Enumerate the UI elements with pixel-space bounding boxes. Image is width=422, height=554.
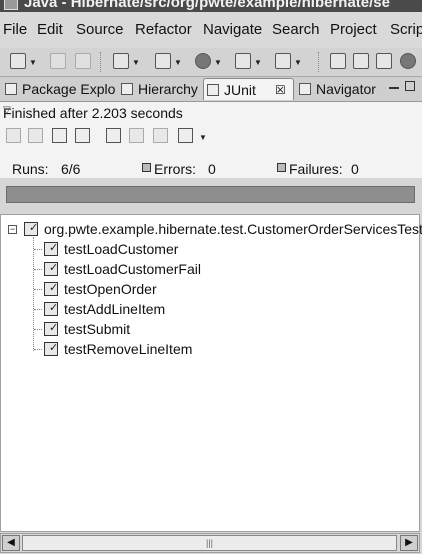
test-case-label: testLoadCustomerFail bbox=[64, 261, 201, 277]
errors-value: 0 bbox=[208, 161, 216, 177]
menu-navigate[interactable]: Navigate bbox=[203, 21, 262, 38]
next-failure-icon[interactable] bbox=[6, 128, 21, 143]
runs-value: 6/6 bbox=[61, 161, 81, 177]
menu-source[interactable]: Source bbox=[76, 21, 124, 38]
java-perspective-icon bbox=[4, 0, 18, 10]
test-case-label: testRemoveLineItem bbox=[64, 341, 193, 357]
run-dropdown-icon[interactable]: ▼ bbox=[214, 58, 222, 67]
toolbar-separator bbox=[100, 52, 102, 72]
menu-file[interactable]: File bbox=[3, 21, 27, 38]
failures-label: Failures: bbox=[289, 161, 343, 177]
hierarchy-icon bbox=[121, 83, 133, 95]
test-passed-icon bbox=[44, 241, 58, 256]
test-passed-icon bbox=[44, 321, 58, 336]
horizontal-scrollbar[interactable]: ◀ ||| ▶ bbox=[0, 533, 420, 553]
test-case-row[interactable]: testAddLineItem bbox=[1, 299, 419, 319]
test-progress-bar bbox=[6, 186, 415, 203]
external-tools-icon[interactable] bbox=[235, 53, 251, 69]
test-case-row[interactable]: testOpenOrder bbox=[1, 279, 419, 299]
tab-label: Package Explo bbox=[22, 81, 116, 97]
build-icon[interactable] bbox=[113, 53, 129, 69]
errors-label: Errors: bbox=[154, 161, 196, 177]
test-case-label: testAddLineItem bbox=[64, 301, 166, 317]
build-dropdown-icon[interactable]: ▼ bbox=[132, 58, 140, 67]
junit-status-area: Finished after 2.203 seconds ▽ bbox=[0, 102, 422, 124]
maximize-view-icon[interactable] bbox=[405, 81, 415, 91]
test-run-history-icon[interactable] bbox=[178, 128, 193, 143]
menu-project[interactable]: Project bbox=[330, 21, 377, 38]
menu-refactor[interactable]: Refactor bbox=[135, 21, 192, 38]
new-class-icon[interactable] bbox=[376, 53, 392, 69]
tab-label: JUnit bbox=[224, 82, 256, 98]
new-package-icon[interactable] bbox=[353, 53, 369, 69]
test-case-label: testLoadCustomer bbox=[64, 241, 179, 257]
test-case-row[interactable]: testLoadCustomerFail bbox=[1, 259, 419, 279]
minimize-view-icon[interactable] bbox=[389, 81, 399, 89]
debug-dropdown-icon[interactable]: ▼ bbox=[174, 58, 182, 67]
previous-failure-icon[interactable] bbox=[28, 128, 43, 143]
error-icon bbox=[142, 163, 151, 172]
test-suite-passed-icon bbox=[24, 221, 38, 236]
toolbar-separator bbox=[318, 52, 320, 72]
test-progress-fill bbox=[7, 187, 414, 202]
test-run-history-dropdown-icon[interactable]: ▼ bbox=[199, 133, 207, 142]
test-passed-icon bbox=[44, 301, 58, 316]
search-icon[interactable] bbox=[275, 53, 291, 69]
close-tab-icon[interactable]: ☒ bbox=[275, 79, 286, 100]
test-passed-icon bbox=[44, 261, 58, 276]
window-title: Java - Hibernate/src/org/pwte/example/hi… bbox=[24, 0, 390, 11]
tree-root-row[interactable]: − org.pwte.example.hibernate.test.Custom… bbox=[1, 219, 422, 239]
search-dropdown-icon[interactable]: ▼ bbox=[294, 58, 302, 67]
test-suite-label: org.pwte.example.hibernate.test.Customer… bbox=[44, 221, 422, 237]
new-interface-icon[interactable] bbox=[400, 53, 416, 69]
window-title-bar: Java - Hibernate/src/org/pwte/example/hi… bbox=[0, 0, 422, 12]
navigator-icon bbox=[299, 83, 311, 95]
test-case-label: testSubmit bbox=[64, 321, 131, 337]
show-failures-only-icon[interactable] bbox=[52, 128, 67, 143]
scroll-right-icon[interactable]: ▶ bbox=[400, 535, 418, 551]
tab-package-explorer[interactable]: Package Explo bbox=[2, 78, 116, 100]
menu-edit[interactable]: Edit bbox=[37, 21, 63, 38]
scroll-left-icon[interactable]: ◀ bbox=[2, 535, 20, 551]
test-tree: − org.pwte.example.hibernate.test.Custom… bbox=[0, 214, 422, 532]
scrollbar-thumb[interactable]: ||| bbox=[22, 535, 397, 551]
tab-junit[interactable]: JUnit ☒ bbox=[203, 78, 294, 100]
test-case-row[interactable]: testLoadCustomer bbox=[1, 239, 419, 259]
scroll-lock-icon[interactable] bbox=[75, 128, 90, 143]
failures-value: 0 bbox=[351, 161, 359, 177]
new-dropdown-icon[interactable]: ▼ bbox=[29, 58, 37, 67]
new-icon[interactable] bbox=[10, 53, 26, 69]
stop-test-icon[interactable] bbox=[153, 128, 168, 143]
test-passed-icon bbox=[44, 281, 58, 296]
menu-bar: File Edit Source Refactor Navigate Searc… bbox=[0, 12, 422, 48]
rerun-failures-first-icon[interactable] bbox=[129, 128, 144, 143]
menu-script[interactable]: Script bbox=[390, 21, 422, 38]
view-menu-icon[interactable]: ▽ bbox=[3, 105, 416, 116]
view-tab-bar: Package Explo Hierarchy JUnit ☒ Navigato… bbox=[0, 77, 422, 102]
rerun-test-icon[interactable] bbox=[106, 128, 121, 143]
print-icon[interactable] bbox=[75, 53, 91, 69]
junit-counters: Runs: 6/6 Errors: 0 Failures: 0 bbox=[0, 148, 422, 178]
external-tools-dropdown-icon[interactable]: ▼ bbox=[254, 58, 262, 67]
test-passed-icon bbox=[44, 341, 58, 356]
tab-label: Hierarchy bbox=[138, 81, 198, 97]
tab-hierarchy[interactable]: Hierarchy bbox=[118, 78, 202, 100]
menu-search[interactable]: Search bbox=[272, 21, 320, 38]
save-icon[interactable] bbox=[50, 53, 66, 69]
test-case-row[interactable]: testRemoveLineItem bbox=[1, 339, 419, 359]
junit-icon bbox=[207, 84, 219, 96]
failure-icon bbox=[277, 163, 286, 172]
run-icon[interactable] bbox=[195, 53, 211, 69]
runs-label: Runs: bbox=[12, 161, 49, 177]
new-java-project-icon[interactable] bbox=[330, 53, 346, 69]
tab-navigator[interactable]: Navigator bbox=[296, 78, 382, 100]
collapse-icon[interactable]: − bbox=[8, 225, 17, 234]
tab-label: Navigator bbox=[316, 81, 376, 97]
test-case-label: testOpenOrder bbox=[64, 281, 157, 297]
junit-toolbar: ▼ bbox=[0, 124, 422, 148]
package-explorer-icon bbox=[5, 83, 17, 95]
test-case-row[interactable]: testSubmit bbox=[1, 319, 419, 339]
debug-icon[interactable] bbox=[155, 53, 171, 69]
main-toolbar: ▼ ▼ ▼ ▼ ▼ ▼ bbox=[0, 48, 422, 77]
